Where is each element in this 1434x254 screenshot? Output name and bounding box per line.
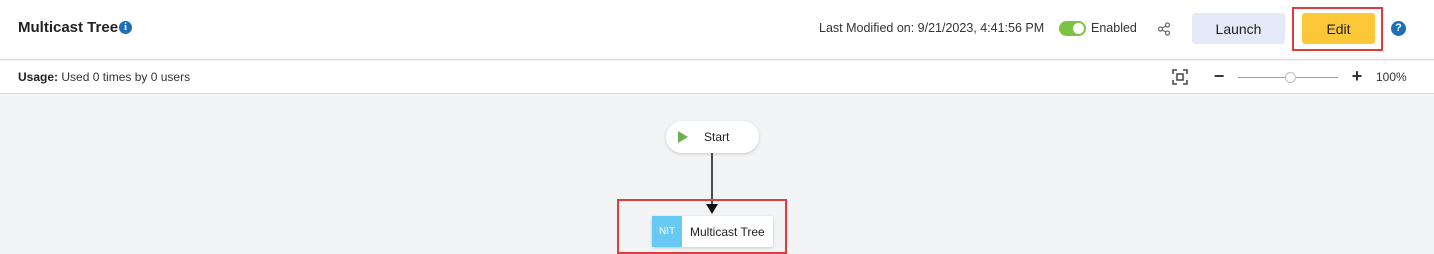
page-title: Multicast Tree [18, 19, 119, 36]
task-node-label: Multicast Tree [690, 225, 765, 239]
share-icon[interactable] [1157, 22, 1171, 36]
usage-label: Usage: [18, 70, 59, 84]
flow-connector [711, 153, 713, 205]
usage-text: Used 0 times by 0 users [61, 70, 191, 84]
enabled-label: Enabled [1091, 21, 1137, 35]
help-icon[interactable]: ? [1391, 21, 1406, 36]
usage-bar: Usage: Used 0 times by 0 users − + 100% [0, 61, 1434, 94]
toggle-knob [1073, 23, 1084, 34]
start-node-label: Start [704, 130, 730, 144]
task-type-tag: NIT [652, 216, 682, 247]
enabled-toggle[interactable] [1059, 21, 1086, 36]
edit-button[interactable]: Edit [1302, 13, 1375, 44]
launch-button[interactable]: Launch [1192, 13, 1285, 44]
task-node-multicast-tree[interactable]: NIT Multicast Tree [652, 216, 773, 247]
info-icon[interactable]: i [119, 21, 132, 34]
zoom-out-button[interactable]: − [1213, 67, 1225, 85]
last-modified-text: Last Modified on: 9/21/2023, 4:41:56 PM [819, 21, 1045, 35]
fit-to-screen-icon[interactable] [1172, 69, 1188, 85]
zoom-in-button[interactable]: + [1350, 66, 1364, 86]
play-icon [678, 131, 688, 143]
zoom-slider-handle[interactable] [1285, 72, 1296, 83]
zoom-level: 100% [1376, 70, 1407, 84]
start-node[interactable]: Start [666, 121, 759, 153]
page-header: Multicast Tree i Last Modified on: 9/21/… [0, 0, 1434, 60]
usage-info: Usage: Used 0 times by 0 users [18, 70, 190, 84]
